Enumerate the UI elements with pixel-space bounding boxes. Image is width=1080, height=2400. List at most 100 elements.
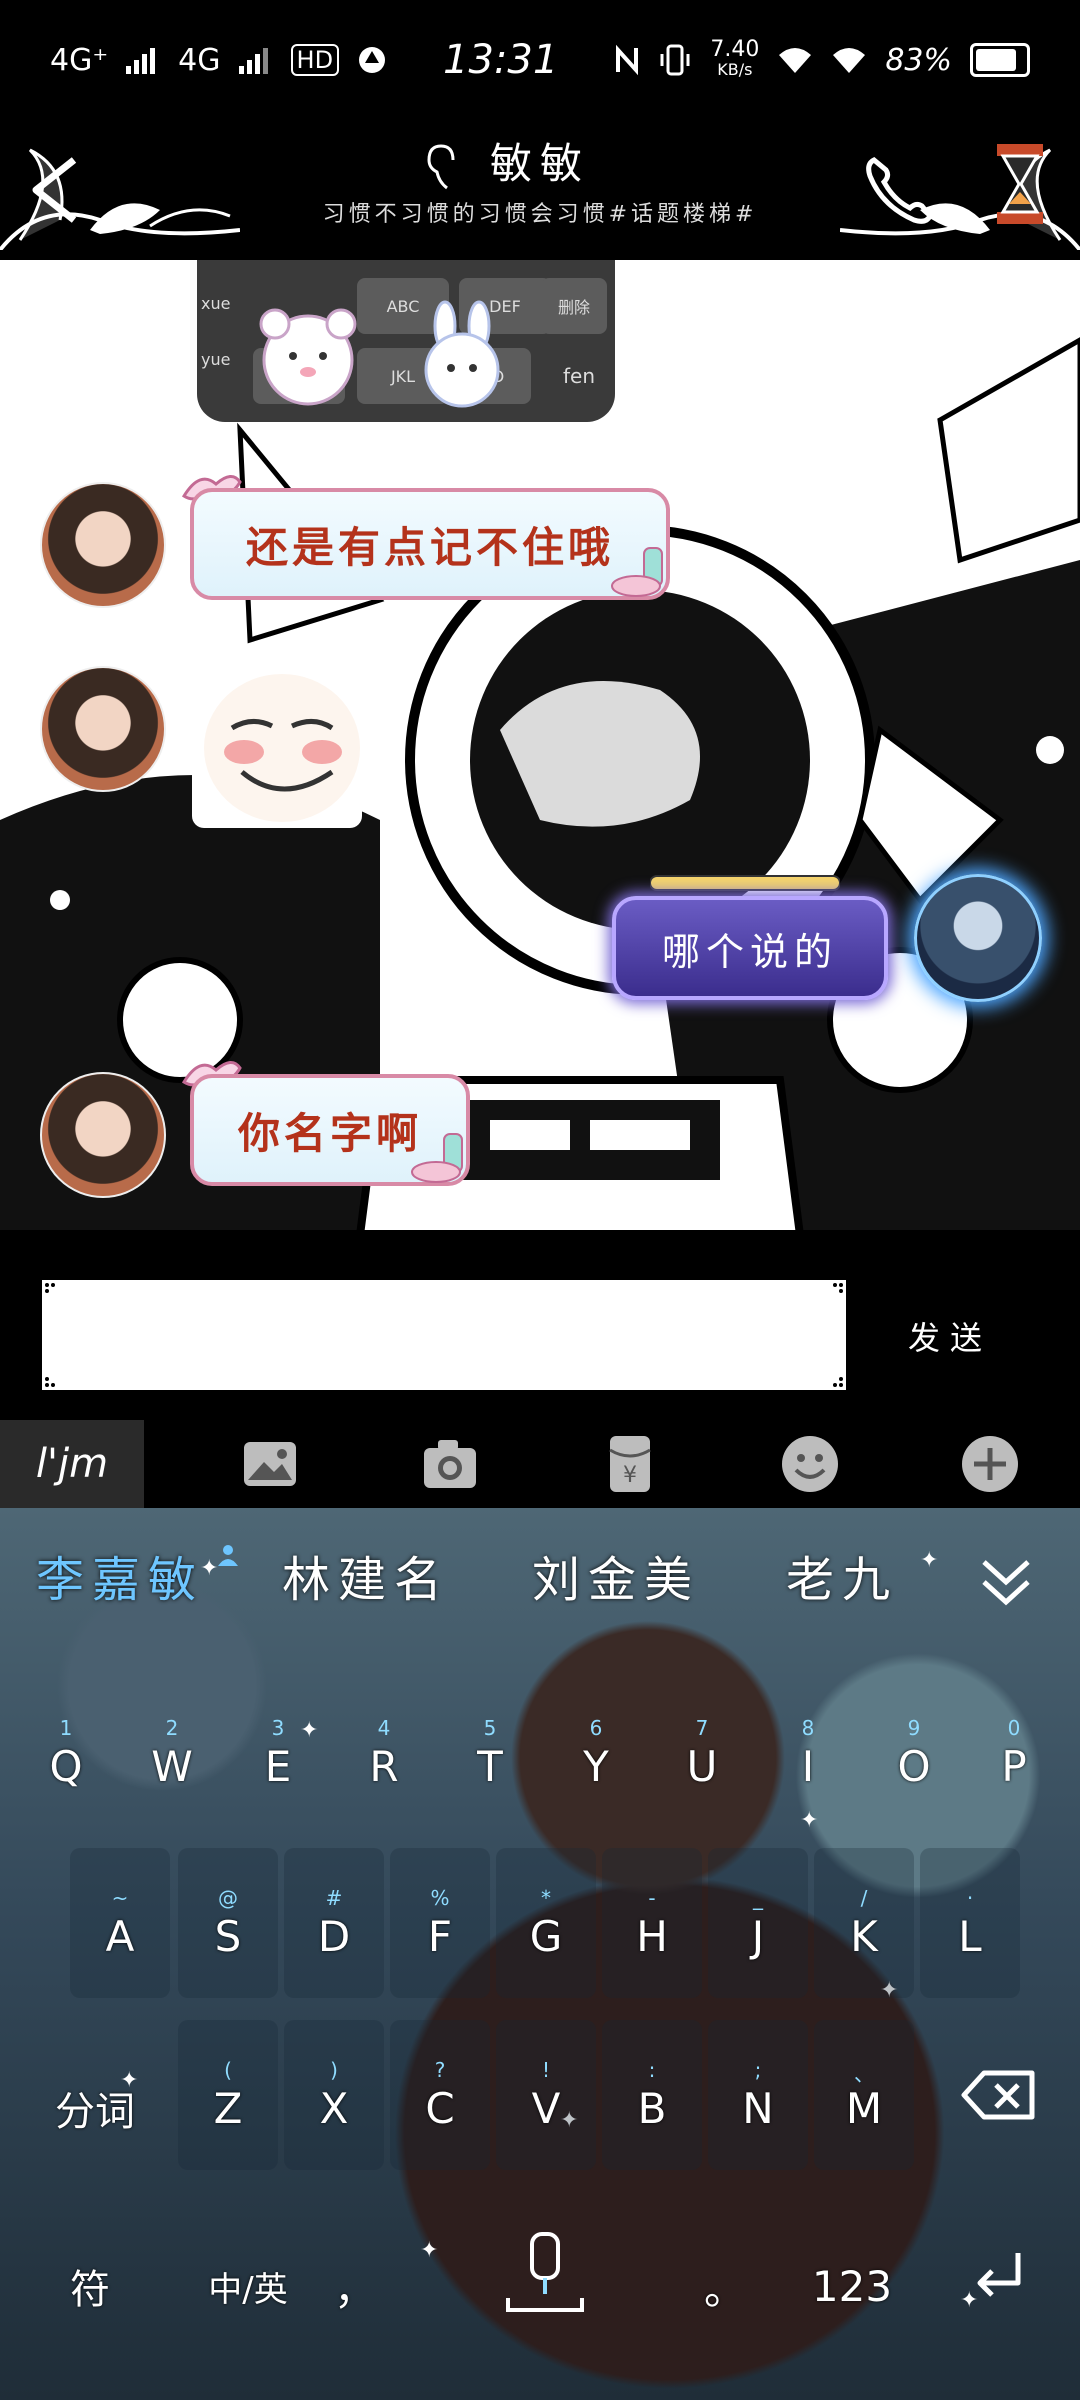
candidate-word[interactable]: 刘金美 <box>532 1540 700 1610</box>
key-label: H <box>636 1911 668 1961</box>
plus-icon[interactable] <box>958 1432 1022 1496</box>
sticker-keyboard-image[interactable]: xue yue ABC DEF 删除 GHI JKL MNO fen <box>197 260 615 422</box>
key-t[interactable]: 5T <box>440 1678 540 1828</box>
key-label: Z <box>213 2083 243 2133</box>
send-button[interactable]: 发送 <box>880 1296 1020 1376</box>
key-k[interactable]: / K <box>814 1848 914 1998</box>
key-b[interactable]: :B <box>602 2020 702 2170</box>
key-hint: _ <box>753 1885 763 1910</box>
meme-sticker[interactable] <box>192 668 362 828</box>
language-switch-key[interactable]: 中/英 <box>188 2198 308 2348</box>
candidate-word[interactable]: 林建名 <box>282 1540 450 1610</box>
key-s[interactable]: @ S <box>178 1848 278 1998</box>
key-label: 中/英 <box>208 2269 288 2310</box>
key-label: T <box>477 1741 503 1791</box>
key-r[interactable]: 4R <box>334 1678 434 1828</box>
corner-dots-icon <box>45 1377 55 1387</box>
key-label: R <box>369 1741 399 1791</box>
key-hint: - <box>648 1885 656 1910</box>
symbol-key[interactable]: 符 <box>40 2198 140 2348</box>
key-label: O <box>897 1741 931 1791</box>
key-p[interactable]: 0P <box>964 1678 1064 1828</box>
contact-avatar[interactable] <box>40 666 166 792</box>
hourglass-icon[interactable] <box>995 142 1045 226</box>
key-hint: 8 <box>801 1715 815 1740</box>
candidate-word[interactable]: 李嘉敏 <box>36 1540 204 1610</box>
key-q[interactable]: 1Q <box>16 1678 116 1828</box>
key-label: 123 <box>811 2261 893 2311</box>
contact-avatar[interactable] <box>40 482 166 608</box>
backspace-key[interactable] <box>940 2020 1060 2170</box>
key-e[interactable]: 3E <box>228 1678 328 1828</box>
sparkle-icon: ✦ <box>420 2238 439 2263</box>
camera-icon[interactable] <box>418 1432 482 1496</box>
key-hint: 6 <box>589 1715 603 1740</box>
input-tool-row: l'jm ¥ <box>0 1420 1080 1508</box>
period-key[interactable]: 。 <box>680 2198 770 2348</box>
phone-icon[interactable] <box>860 150 940 230</box>
emoji-icon[interactable] <box>778 1432 842 1496</box>
key-label: J <box>751 1911 765 1961</box>
my-avatar[interactable] <box>914 874 1042 1002</box>
key-hint: 7 <box>695 1715 709 1740</box>
bath-bottle-icon <box>411 1133 463 1183</box>
red-packet-icon[interactable]: ¥ <box>598 1432 662 1496</box>
key-m[interactable]: 、 M <box>814 2020 914 2170</box>
key-j[interactable]: _ J <box>708 1848 808 1998</box>
hd-badge: HD <box>290 44 340 76</box>
key-hint: / <box>860 1885 868 1910</box>
key-g[interactable]: * G <box>496 1848 596 1998</box>
key-y[interactable]: 6Y <box>546 1678 646 1828</box>
key-f[interactable]: % F <box>390 1848 490 1998</box>
key-hint: @ <box>218 1885 238 1910</box>
message-bubble-incoming[interactable]: 还是有点记不住哦 <box>190 488 670 600</box>
enter-key[interactable] <box>950 2198 1050 2348</box>
segment-key[interactable]: 分词 <box>20 2020 170 2170</box>
key-label: F <box>427 1911 453 1961</box>
key-hint: ) <box>330 2057 338 2082</box>
key-i[interactable]: 8I <box>758 1678 858 1828</box>
ime-keyboard: ✦ ✦ ✦ ✦ ✦ ✦ ✦ ✦ ✦ 李嘉敏 林建名 刘金美 老九 1Q 2W 3… <box>0 1508 1080 2400</box>
bear-icon <box>259 308 357 406</box>
wifi-icon <box>779 48 812 73</box>
key-d[interactable]: # D <box>284 1848 384 1998</box>
key-x[interactable]: ) X <box>284 2020 384 2170</box>
key-hint: 0 <box>1007 1715 1021 1740</box>
status-time: 13:31 <box>443 37 559 83</box>
key-a[interactable]: ~ A <box>70 1848 170 1998</box>
key-label: X <box>319 2083 349 2133</box>
vpn-icon <box>359 47 386 73</box>
key-z[interactable]: (Z <box>178 2020 278 2170</box>
key-label: G <box>529 1911 563 1961</box>
image-icon[interactable] <box>238 1432 302 1496</box>
key-hint: : <box>648 2057 656 2082</box>
key-o[interactable]: 9O <box>864 1678 964 1828</box>
pinyin-composition[interactable]: l'jm <box>0 1420 144 1508</box>
comma-key[interactable]: ， <box>310 2198 400 2348</box>
chat-area[interactable]: xue yue ABC DEF 删除 GHI JKL MNO fen 还是有点记… <box>0 260 1080 1235</box>
numbers-key[interactable]: 123 <box>792 2198 912 2348</box>
candidate-word[interactable]: 老九 <box>786 1540 898 1610</box>
key-label: E <box>264 1741 292 1791</box>
voice-input-key[interactable] <box>470 2198 620 2348</box>
message-bubble-outgoing[interactable]: 哪个说的 <box>612 896 888 1000</box>
sticker-text: yue <box>201 350 231 369</box>
key-hint: ( <box>224 2057 232 2082</box>
key-u[interactable]: 7U <box>652 1678 752 1828</box>
network-indicator-1: 4G⁺ <box>50 42 109 78</box>
key-l[interactable]: · L <box>920 1848 1020 1998</box>
candidate-bar: 李嘉敏 林建名 刘金美 老九 <box>0 1508 1080 1628</box>
status-right: 7.40 KB/s 83% <box>614 39 1030 80</box>
chevron-down-icon[interactable] <box>976 1552 1036 1612</box>
key-v[interactable]: ! V <box>496 2020 596 2170</box>
contact-avatar[interactable] <box>40 1072 166 1198</box>
key-label: Q <box>49 1741 83 1791</box>
key-h[interactable]: -H <box>602 1848 702 1998</box>
key-label: 。 <box>703 2264 746 2314</box>
key-n[interactable]: ; N <box>708 2020 808 2170</box>
key-w[interactable]: 2W <box>122 1678 222 1828</box>
status-left: 4G⁺ 4G HD <box>50 43 387 78</box>
key-label: ， <box>333 2264 376 2314</box>
message-input[interactable] <box>42 1280 846 1390</box>
key-c[interactable]: ? C <box>390 2020 490 2170</box>
